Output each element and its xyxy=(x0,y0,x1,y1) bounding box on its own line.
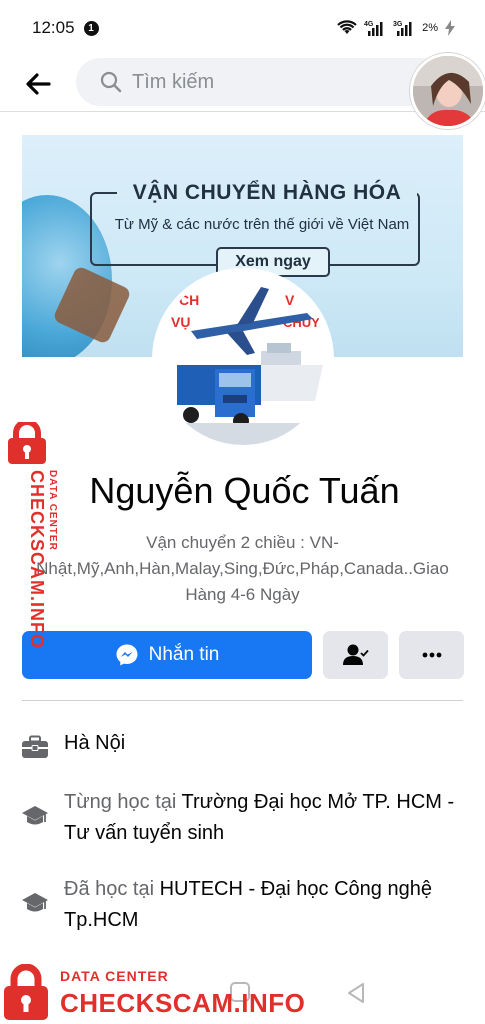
education-1-text: Từng học tại Trường Đại học Mở TP. HCM -… xyxy=(64,787,460,849)
signal-3g-icon: 3G xyxy=(393,21,412,36)
status-icons: 4G 3G 2% xyxy=(337,19,455,37)
profile-picture-image: CH VỤ V CHUY xyxy=(157,273,329,445)
lock-icon xyxy=(8,422,46,464)
profile-picture[interactable]: CH VỤ V CHUY xyxy=(152,268,334,450)
detail-location: Hà Nội xyxy=(20,728,460,762)
status-time: 12:05 xyxy=(32,18,75,37)
charging-icon xyxy=(445,20,455,36)
wifi-icon xyxy=(337,20,357,34)
graduation-cap-icon xyxy=(20,801,50,831)
education-2-text: Đã học tại HUTECH - Đại học Công nghệ Tp… xyxy=(64,874,460,936)
watermark-small-text: DATA CENTER xyxy=(60,968,169,984)
message-button[interactable]: Nhắn tin xyxy=(22,631,312,679)
svg-text:VỤ: VỤ xyxy=(171,314,190,330)
search-input[interactable]: Tìm kiếm xyxy=(76,58,456,106)
svg-text:V: V xyxy=(285,292,295,308)
location-text: Hà Nội xyxy=(64,732,126,754)
cover-title: VẬN CHUYỂN HÀNG HÓA xyxy=(117,181,417,205)
watermark-bottom: DATA CENTER CHECKSCAM.INFO xyxy=(0,958,305,1024)
notification-count-badge: 1 xyxy=(83,20,99,36)
briefcase-icon xyxy=(20,732,50,762)
friend-status-button[interactable] xyxy=(323,631,388,679)
watermark-vertical-text: DATA CENTER CHECKSCAM.INFO xyxy=(26,470,58,649)
svg-text:CH: CH xyxy=(179,292,199,308)
logistics-graphic: CH VỤ V CHUY xyxy=(157,273,329,445)
profile-bio: Vận chuyển 2 chiều : VN-Nhật,Mỹ,Anh,Hàn,… xyxy=(36,533,449,604)
more-dots-icon xyxy=(422,652,441,658)
graduation-cap-icon xyxy=(20,888,50,918)
watermark-small-text: DATA CENTER xyxy=(47,470,58,551)
back-button[interactable] xyxy=(22,68,54,100)
nav-back-icon[interactable] xyxy=(345,982,367,1004)
messenger-icon xyxy=(116,644,138,666)
user-avatar[interactable] xyxy=(410,53,485,129)
watermark-big-text: CHECKSCAM.INFO xyxy=(60,988,306,1018)
cover-subtitle: Từ Mỹ & các nước trên thế giới về Việt N… xyxy=(114,216,410,233)
svg-text:4G: 4G xyxy=(364,21,374,28)
back-arrow-icon xyxy=(26,73,51,95)
battery-level: 2% xyxy=(422,22,438,34)
avatar-photo xyxy=(413,56,483,126)
svg-text:3G: 3G xyxy=(393,21,403,28)
search-placeholder: Tìm kiếm xyxy=(132,70,215,93)
detail-education-1: Từng học tại Trường Đại học Mở TP. HCM -… xyxy=(20,787,460,849)
status-bar: 12:05 1 4G 3G 2% xyxy=(0,0,485,56)
watermark-big-text: CHECKSCAM.INFO xyxy=(27,470,47,649)
education-2-prefix: Đã học tại xyxy=(64,878,160,900)
more-options-button[interactable] xyxy=(399,631,464,679)
divider xyxy=(22,700,463,701)
lock-icon xyxy=(4,964,48,1020)
detail-education-2: Đã học tại HUTECH - Đại học Công nghệ Tp… xyxy=(20,874,460,936)
signal-4g-icon: 4G xyxy=(364,21,383,36)
message-button-label: Nhắn tin xyxy=(148,644,220,665)
watermark-vertical: DATA CENTER CHECKSCAM.INFO xyxy=(2,422,58,662)
education-1-prefix: Từng học tại xyxy=(64,791,182,813)
person-check-icon xyxy=(342,644,369,665)
profile-name: Nguyễn Quốc Tuấn xyxy=(89,470,400,511)
search-icon xyxy=(100,71,122,93)
